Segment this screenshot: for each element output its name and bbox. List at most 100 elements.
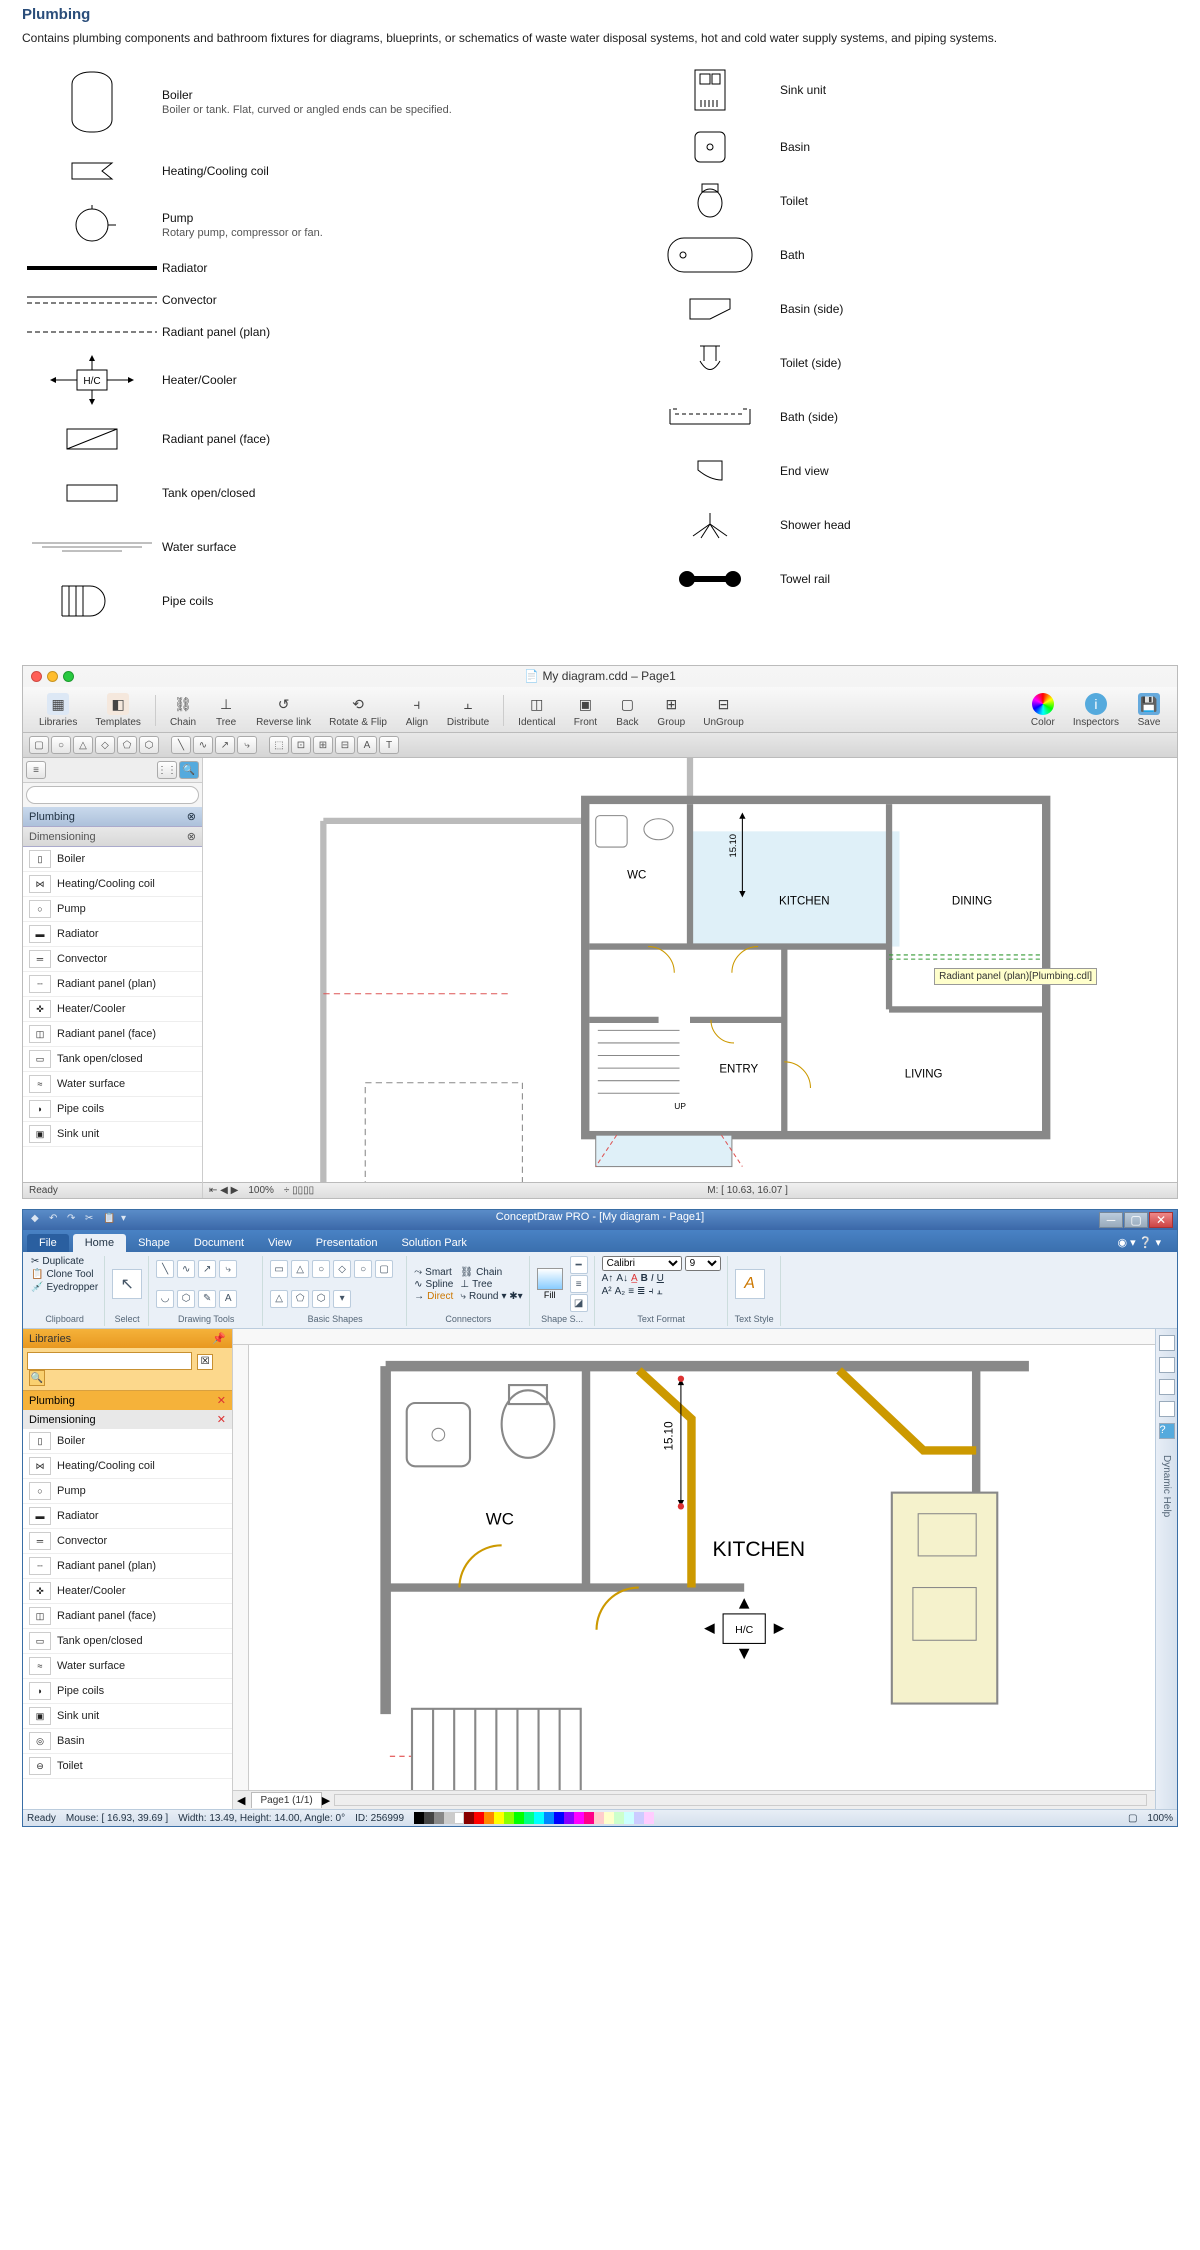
lib-item[interactable]: ▭Tank open/closed (23, 1047, 202, 1072)
shape-tool[interactable]: ○ (354, 1260, 372, 1278)
mini-btn[interactable]: ○ (51, 736, 71, 754)
lib-item[interactable]: ◗Pipe coils (23, 1679, 232, 1704)
conn-smart[interactable]: ⤳ Smart (414, 1267, 453, 1278)
close-icon[interactable]: ✕ (217, 1394, 226, 1407)
mini-btn[interactable]: ⊟ (335, 736, 355, 754)
mini-btn[interactable]: △ (73, 736, 93, 754)
cat-dimensioning[interactable]: Dimensioning⊗ (23, 827, 202, 847)
line-weight[interactable]: ≡ (570, 1275, 588, 1293)
draw-tool[interactable]: A (219, 1290, 237, 1308)
lib-item[interactable]: ▯Boiler (23, 847, 202, 872)
lib-item[interactable]: ▬Radiator (23, 922, 202, 947)
align-btn[interactable]: ⫞ (648, 1286, 653, 1297)
tab-home[interactable]: Home (73, 1234, 126, 1252)
shape-tool[interactable]: △ (270, 1290, 288, 1308)
conn-tree[interactable]: ⊥ Tree (460, 1279, 522, 1290)
tb-tree[interactable]: ⊥Tree (208, 691, 244, 730)
lib-item[interactable]: ⊖Toilet (23, 1754, 232, 1779)
shape-tool[interactable]: ◇ (333, 1260, 351, 1278)
font-select[interactable]: Calibri (602, 1256, 682, 1271)
close-icon[interactable]: ✕ (217, 1413, 226, 1426)
lib-item[interactable]: ◫Radiant panel (face) (23, 1604, 232, 1629)
search-input[interactable] (27, 1352, 192, 1370)
panel-btn[interactable] (1159, 1379, 1175, 1395)
panel-btn[interactable] (1159, 1335, 1175, 1351)
tb-distribute[interactable]: ⫠Distribute (441, 691, 495, 730)
font-shrink[interactable]: A↓ (616, 1273, 628, 1284)
lib-item[interactable]: ⋈Heating/Cooling coil (23, 1454, 232, 1479)
shape-tool[interactable]: ▭ (270, 1260, 288, 1278)
lib-item[interactable]: ▣Sink unit (23, 1122, 202, 1147)
shape-tool[interactable]: ▾ (333, 1290, 351, 1308)
scroll-left[interactable]: ◀ (237, 1794, 245, 1807)
clear-icon[interactable]: ☒ (197, 1354, 213, 1370)
tb-align[interactable]: ⫞Align (399, 691, 435, 730)
tab-solutionpark[interactable]: Solution Park (389, 1234, 478, 1252)
draw-tool[interactable]: ✎ (198, 1290, 216, 1308)
tab-view[interactable]: View (256, 1234, 304, 1252)
select-tool[interactable]: ↖ (112, 1269, 142, 1299)
lib-item[interactable]: ◫Radiant panel (face) (23, 1022, 202, 1047)
shape-tool[interactable]: △ (291, 1260, 309, 1278)
side-view-btn[interactable]: ≡ (26, 761, 46, 779)
lib-item[interactable]: ○Pump (23, 897, 202, 922)
draw-tool[interactable]: ⤷ (219, 1260, 237, 1278)
conn-chain[interactable]: ⛓ Chain (460, 1267, 522, 1278)
conn-round[interactable]: ⤷ Round ▾ ✱▾ (460, 1291, 522, 1302)
qat-btn[interactable]: ▾ (121, 1213, 135, 1227)
cat-dimensioning[interactable]: Dimensioning✕ (23, 1410, 232, 1429)
tb-save[interactable]: 💾Save (1131, 691, 1167, 730)
tb-ungroup[interactable]: ⊟UnGroup (697, 691, 750, 730)
search-icon[interactable]: 🔍 (179, 761, 199, 779)
tb-inspectors[interactable]: iInspectors (1067, 691, 1125, 730)
btn-clone[interactable]: 📋 Clone Tool (31, 1269, 94, 1280)
lib-item[interactable]: ≈Water surface (23, 1654, 232, 1679)
tb-identical[interactable]: ◫Identical (512, 691, 561, 730)
shape-tool[interactable]: ○ (312, 1260, 330, 1278)
cat-plumbing[interactable]: Plumbing⊗ (23, 807, 202, 827)
side-view-btn[interactable]: ⋮⋮ (157, 761, 177, 779)
shape-tool[interactable]: ⬡ (312, 1290, 330, 1308)
mini-btn[interactable]: ⬠ (117, 736, 137, 754)
mini-btn[interactable]: ▢ (29, 736, 49, 754)
lib-item[interactable]: ┄Radiant panel (plan) (23, 1554, 232, 1579)
lib-item[interactable]: ═Convector (23, 1529, 232, 1554)
tb-reverse[interactable]: ↺Reverse link (250, 691, 317, 730)
mac-canvas[interactable]: 15.10 WC KITCHEN DINING ENTRY LIVING UP … (203, 758, 1177, 1198)
search-input[interactable] (26, 786, 199, 804)
mini-btn[interactable]: ╲ (171, 736, 191, 754)
draw-tool[interactable]: ⬡ (177, 1290, 195, 1308)
h-scrollbar[interactable] (334, 1794, 1147, 1806)
tb-back[interactable]: ▢Back (609, 691, 645, 730)
sup-btn[interactable]: A² (602, 1286, 612, 1297)
qat-btn[interactable]: ◆ (31, 1213, 45, 1227)
qat-btn[interactable]: ✂ (85, 1213, 99, 1227)
ribbon-help[interactable]: ◉ ▾ ❔ ▾ (1105, 1233, 1173, 1252)
lib-item[interactable]: ▭Tank open/closed (23, 1629, 232, 1654)
tab-file[interactable]: File (27, 1234, 69, 1252)
shape-tool[interactable]: ▢ (375, 1260, 393, 1278)
pin-icon[interactable]: 📌 (212, 1332, 226, 1345)
lib-item[interactable]: ◗Pipe coils (23, 1097, 202, 1122)
btn-eyedropper[interactable]: 💉 Eyedropper (31, 1282, 98, 1293)
qat-btn[interactable]: ↶ (49, 1213, 63, 1227)
conn-direct[interactable]: → Direct (414, 1291, 453, 1302)
btn-duplicate[interactable]: ✂ Duplicate (31, 1256, 84, 1267)
draw-tool[interactable]: ╲ (156, 1260, 174, 1278)
mini-btn[interactable]: ∿ (193, 736, 213, 754)
dynamic-help-label[interactable]: Dynamic Help (1161, 1455, 1172, 1517)
draw-tool[interactable]: ∿ (177, 1260, 195, 1278)
qat-btn[interactable]: ↷ (67, 1213, 81, 1227)
shadow[interactable]: ◪ (570, 1294, 588, 1312)
mini-btn[interactable]: ⬚ (269, 736, 289, 754)
tab-presentation[interactable]: Presentation (304, 1234, 390, 1252)
mini-btn[interactable]: ⤷ (237, 736, 257, 754)
close-icon[interactable]: ✕ (1149, 1212, 1173, 1228)
maximize-icon[interactable]: ▢ (1124, 1212, 1148, 1228)
align-btn[interactable]: ⫠ (656, 1286, 662, 1297)
scroll-right[interactable]: ▶ (322, 1794, 330, 1807)
text-style[interactable]: A (735, 1269, 765, 1299)
mini-btn[interactable]: A (357, 736, 377, 754)
shape-tool[interactable]: ⬠ (291, 1290, 309, 1308)
lib-item[interactable]: ⋈Heating/Cooling coil (23, 872, 202, 897)
